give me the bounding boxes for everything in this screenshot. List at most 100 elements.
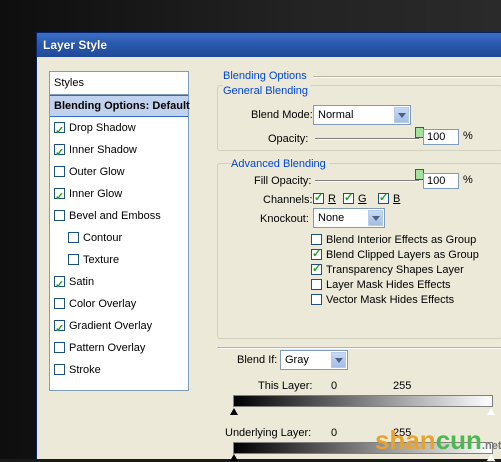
- channels-label: Channels:: [263, 194, 313, 206]
- opacity-input[interactable]: 100: [423, 129, 459, 145]
- blend-if-select[interactable]: Gray: [280, 350, 348, 370]
- checkbox[interactable]: [311, 278, 322, 290]
- advanced-blending-title: Advanced Blending: [231, 158, 329, 170]
- styles-item-label: Outer Glow: [69, 166, 125, 179]
- styles-item-blending-options[interactable]: Blending Options: Default: [50, 95, 190, 117]
- styles-item[interactable]: Pattern Overlay: [50, 337, 188, 359]
- styles-item[interactable]: Inner Shadow: [50, 139, 188, 164]
- styles-item-label: Satin: [69, 276, 95, 289]
- checkbox[interactable]: [54, 318, 65, 340]
- styles-item[interactable]: Texture: [50, 249, 188, 271]
- styles-item-label: Color Overlay: [69, 298, 137, 311]
- underlying-layer-label: Underlying Layer:: [225, 427, 312, 439]
- styles-item-label: Pattern Overlay: [69, 342, 146, 355]
- styles-list: Styles Blending Options: Default Drop Sh…: [49, 71, 190, 391]
- underlying-layer-min: 0: [331, 427, 338, 439]
- styles-item[interactable]: Drop Shadow: [50, 117, 188, 142]
- channel-b-checkbox[interactable]: B: [378, 191, 401, 206]
- this-layer-min: 0: [331, 380, 338, 392]
- chevron-down-icon[interactable]: [368, 210, 383, 226]
- blending-options-title: Blending Options: [223, 70, 307, 82]
- watermark-logo: shancun.net: [375, 425, 501, 455]
- styles-item[interactable]: Inner Glow: [50, 183, 188, 208]
- fill-opacity-slider-track[interactable]: [315, 180, 419, 182]
- blend-mode-select[interactable]: Normal: [313, 105, 411, 125]
- styles-item[interactable]: Gradient Overlay: [50, 315, 188, 340]
- checkbox[interactable]: [54, 363, 65, 375]
- knockout-label: Knockout:: [260, 213, 309, 225]
- blending-options-divider: [313, 76, 501, 78]
- blend-mode-label: Blend Mode:: [251, 109, 313, 121]
- checkbox[interactable]: [68, 231, 79, 243]
- checkbox[interactable]: [54, 274, 65, 296]
- checkbox[interactable]: [311, 233, 322, 245]
- styles-item-label: Stroke: [69, 364, 101, 377]
- layer-style-dialog: Layer Style Styles Blending Options: Def…: [36, 32, 501, 462]
- general-blending-title: General Blending: [223, 85, 312, 97]
- advanced-option-label: Transparency Shapes Layer: [326, 264, 464, 277]
- advanced-option-checkbox[interactable]: Layer Mask Hides Effects: [311, 278, 451, 292]
- styles-item[interactable]: Outer Glow: [50, 161, 188, 183]
- knockout-value: None: [318, 212, 345, 224]
- opacity-slider-track[interactable]: [315, 138, 419, 140]
- channel-label: R: [328, 193, 336, 206]
- fill-opacity-input[interactable]: 100: [423, 173, 459, 189]
- blend-if-divider: [217, 347, 501, 349]
- advanced-option-checkbox[interactable]: Blend Clipped Layers as Group: [311, 247, 479, 261]
- channel-label: G: [358, 193, 367, 206]
- channel-g-checkbox[interactable]: G: [343, 191, 367, 206]
- styles-item-label: Inner Glow: [69, 188, 123, 201]
- checkbox[interactable]: [54, 165, 65, 177]
- checkbox[interactable]: [54, 142, 65, 164]
- styles-item-label: Contour: [83, 232, 123, 245]
- channel-r-checkbox[interactable]: R: [313, 191, 336, 206]
- styles-item[interactable]: Stroke: [50, 359, 188, 381]
- checkbox[interactable]: [54, 186, 65, 208]
- fill-opacity-unit: %: [463, 174, 473, 186]
- styles-item[interactable]: Contour: [50, 227, 188, 249]
- this-layer-max: 255: [393, 380, 412, 392]
- channel-label: B: [393, 193, 401, 206]
- advanced-option-label: Layer Mask Hides Effects: [326, 279, 451, 292]
- checkbox[interactable]: [313, 191, 324, 204]
- this-layer-label: This Layer:: [258, 380, 313, 392]
- checkbox[interactable]: [68, 253, 79, 265]
- checkbox[interactable]: [311, 262, 322, 275]
- advanced-option-label: Vector Mask Hides Effects: [326, 294, 455, 307]
- blend-if-value: Gray: [285, 354, 309, 366]
- checkbox[interactable]: [311, 247, 322, 260]
- styles-item-label: Texture: [83, 254, 120, 267]
- advanced-option-checkbox[interactable]: Blend Interior Effects as Group: [311, 233, 477, 247]
- advanced-option-checkbox[interactable]: Vector Mask Hides Effects: [311, 293, 455, 307]
- this-layer-white-slider[interactable]: [486, 407, 496, 416]
- blend-mode-value: Normal: [318, 109, 354, 121]
- advanced-option-checkbox[interactable]: Transparency Shapes Layer: [311, 262, 464, 277]
- opacity-unit: %: [463, 130, 473, 142]
- dialog-client: Styles Blending Options: Default Drop Sh…: [37, 57, 501, 462]
- styles-item[interactable]: Satin: [50, 271, 188, 296]
- styles-item-label: Inner Shadow: [69, 144, 137, 157]
- checkbox[interactable]: [54, 297, 65, 309]
- advanced-option-label: Blend Interior Effects as Group: [326, 234, 477, 247]
- styles-item[interactable]: Color Overlay: [50, 293, 188, 315]
- blend-if-label: Blend If:: [237, 354, 278, 366]
- styles-item-label: Gradient Overlay: [69, 320, 153, 333]
- checkbox[interactable]: [54, 120, 65, 142]
- fill-opacity-label: Fill Opacity:: [254, 175, 312, 187]
- styles-item-label: Drop Shadow: [69, 122, 136, 135]
- opacity-label: Opacity:: [268, 133, 309, 145]
- checkbox[interactable]: [54, 209, 65, 221]
- styles-header[interactable]: Styles: [50, 72, 188, 95]
- styles-item[interactable]: Bevel and Emboss: [50, 205, 188, 227]
- knockout-select[interactable]: None: [313, 208, 385, 228]
- window-title: Layer Style: [37, 33, 501, 57]
- this-layer-gradient[interactable]: [233, 395, 493, 407]
- chevron-down-icon[interactable]: [331, 352, 346, 368]
- chevron-down-icon[interactable]: [394, 107, 409, 123]
- checkbox[interactable]: [343, 191, 354, 204]
- underlying-layer-black-slider[interactable]: [230, 454, 238, 461]
- checkbox[interactable]: [311, 293, 322, 305]
- checkbox[interactable]: [54, 341, 65, 353]
- checkbox[interactable]: [378, 191, 389, 204]
- this-layer-black-slider[interactable]: [230, 408, 238, 415]
